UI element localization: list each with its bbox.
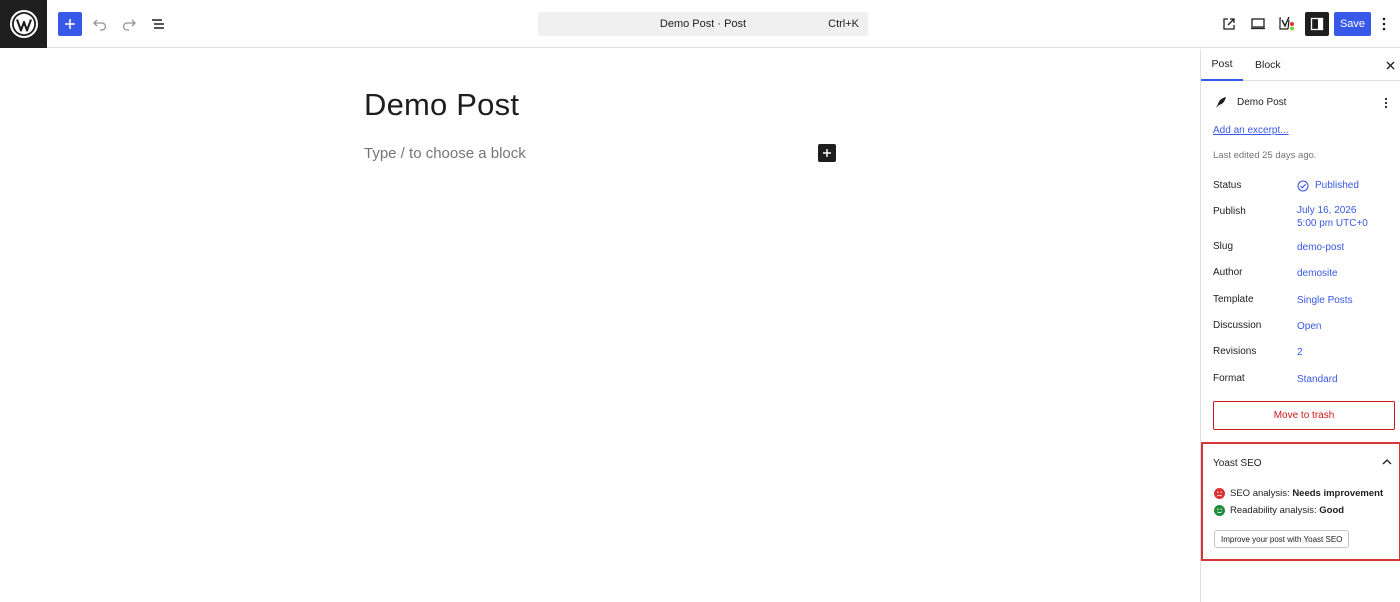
add-block-button[interactable]: [58, 12, 82, 36]
chevron-up-icon: [1382, 459, 1392, 465]
inline-add-block-button[interactable]: [818, 144, 836, 162]
readability-analysis-row: Readability analysis: Good: [1214, 505, 1344, 516]
quill-icon: [1216, 97, 1226, 108]
yoast-sidebar-button[interactable]: [1275, 12, 1299, 36]
command-shortcut: Ctrl+K: [828, 18, 859, 30]
seo-analysis-row: SEO analysis: Needs improvement: [1214, 488, 1383, 499]
save-button[interactable]: Save: [1334, 12, 1371, 36]
yoast-collapse-button[interactable]: [1380, 455, 1394, 469]
close-icon: [1386, 61, 1394, 69]
slug-value[interactable]: demo-post: [1297, 241, 1344, 254]
seo-analysis-label: SEO analysis:: [1230, 488, 1293, 499]
redo-icon: [122, 19, 136, 31]
sidebar-settings-icon: [1310, 17, 1324, 31]
status-label: Status: [1213, 180, 1242, 191]
revisions-label: Revisions: [1213, 346, 1257, 357]
undo-button[interactable]: [88, 12, 112, 36]
readability-analysis-label: Readability analysis:: [1230, 505, 1320, 516]
tab-post[interactable]: Post: [1201, 49, 1243, 81]
settings-sidebar-toggle[interactable]: [1305, 12, 1329, 36]
smile-face-icon: [1214, 505, 1225, 516]
move-to-trash-button[interactable]: Move to trash: [1213, 401, 1395, 430]
format-label: Format: [1213, 373, 1245, 384]
preview-button[interactable]: [1246, 12, 1270, 36]
slug-label: Slug: [1213, 241, 1234, 252]
post-card-title: Demo Post: [1237, 97, 1287, 108]
publish-date-value[interactable]: July 16, 2026 5:00 pm UTC+0: [1297, 204, 1368, 230]
block-placeholder[interactable]: Type / to choose a block: [364, 145, 526, 162]
vertical-ellipsis-icon: [1384, 97, 1388, 109]
vertical-ellipsis-icon: [1382, 17, 1386, 31]
author-value[interactable]: demosite: [1297, 267, 1338, 280]
discussion-label: Discussion: [1213, 320, 1262, 331]
external-link-icon: [1223, 18, 1235, 30]
readability-analysis-value: Good: [1319, 505, 1345, 516]
post-title[interactable]: Demo Post: [364, 87, 519, 123]
publish-time: 5:00 pm UTC+0: [1297, 218, 1368, 229]
plus-icon: [65, 19, 75, 29]
settings-sidebar: Post Block Demo Post Add an excerpt... L…: [1200, 49, 1400, 602]
revisions-value[interactable]: 2: [1297, 346, 1303, 359]
list-view-icon: [152, 19, 164, 29]
yoast-icon: [1279, 16, 1294, 31]
redo-button[interactable]: [117, 12, 141, 36]
desktop-preview-icon: [1251, 18, 1265, 30]
yoast-seo-panel: Yoast SEO SEO analysis: Needs improvemen…: [1201, 442, 1400, 561]
undo-icon: [93, 19, 107, 31]
view-post-button[interactable]: [1217, 12, 1241, 36]
close-sidebar-button[interactable]: [1383, 57, 1397, 73]
check-circle-icon: [1297, 179, 1309, 192]
plus-icon: [823, 149, 831, 157]
yoast-panel-title[interactable]: Yoast SEO: [1213, 458, 1262, 469]
add-excerpt-link[interactable]: Add an excerpt...: [1213, 125, 1289, 136]
editor-canvas: Demo Post Type / to choose a block: [0, 49, 1200, 602]
template-value[interactable]: Single Posts: [1297, 294, 1353, 307]
editor-header: Demo Post · Post Ctrl+K Save: [0, 0, 1400, 48]
seo-analysis-value: Needs improvement: [1292, 488, 1384, 499]
post-actions-menu-button[interactable]: [1381, 95, 1391, 111]
discussion-value[interactable]: Open: [1297, 320, 1321, 333]
tab-block[interactable]: Block: [1255, 49, 1281, 81]
improve-with-yoast-button[interactable]: Improve your post with Yoast SEO: [1214, 530, 1350, 548]
wordpress-logo-icon[interactable]: [0, 0, 47, 48]
sidebar-tabs: Post Block: [1201, 49, 1400, 81]
publish-date: July 16, 2026: [1297, 205, 1357, 216]
status-value[interactable]: Published: [1297, 179, 1359, 192]
list-view-button[interactable]: [146, 12, 170, 36]
publish-label: Publish: [1213, 206, 1246, 217]
document-title: Demo Post · Post: [659, 18, 747, 30]
author-label: Author: [1213, 267, 1243, 278]
command-palette-bar[interactable]: Demo Post · Post Ctrl+K: [538, 12, 868, 36]
options-menu-button[interactable]: [1376, 12, 1392, 36]
status-value-text: Published: [1315, 180, 1359, 191]
last-edited-text: Last edited 25 days ago.: [1213, 150, 1317, 161]
template-label: Template: [1213, 294, 1254, 305]
format-value[interactable]: Standard: [1297, 373, 1338, 386]
sad-face-icon: [1214, 488, 1225, 499]
